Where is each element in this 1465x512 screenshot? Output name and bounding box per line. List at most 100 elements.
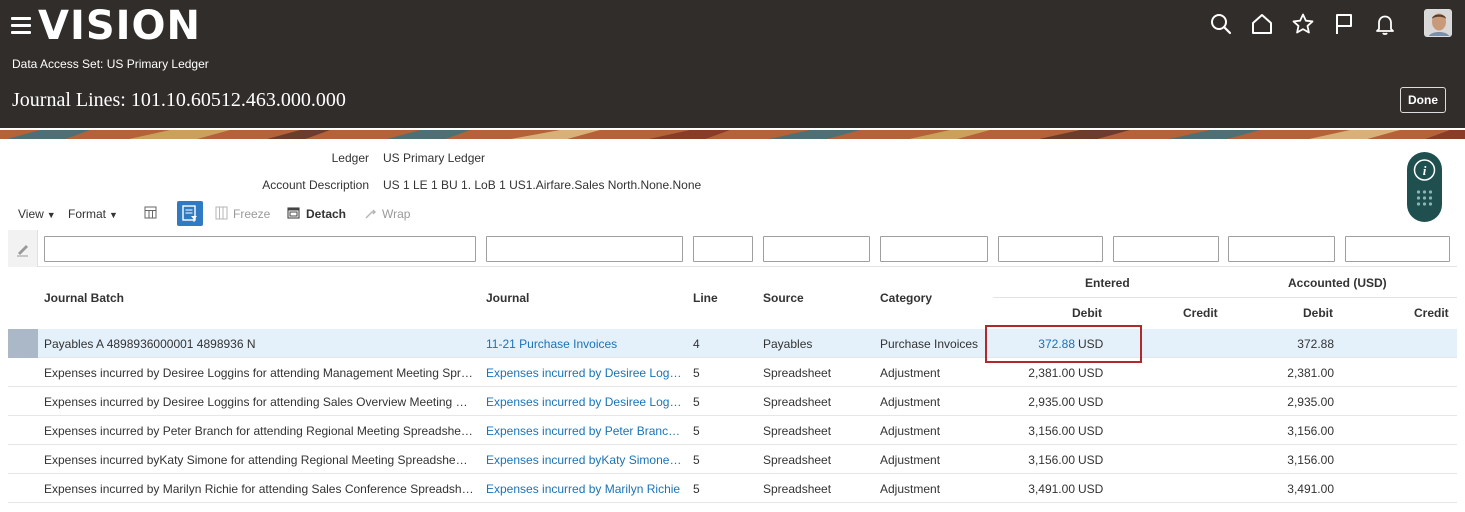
journal-batch-cell: Expenses incurred by Desiree Loggins for… <box>44 366 474 380</box>
column-header-journal[interactable]: Journal <box>486 291 529 305</box>
category-cell: Adjustment <box>880 482 941 496</box>
table-row[interactable]: Payables A 4898936000001 4898936 N 11-21… <box>8 329 1457 358</box>
view-menu-label: View <box>18 207 44 221</box>
column-header-accounted-debit[interactable]: Debit <box>1303 306 1333 320</box>
data-access-set-value: US Primary Ledger <box>106 57 209 71</box>
view-menu[interactable]: View ▼ <box>18 207 56 221</box>
data-access-set: Data Access Set: US Primary Ledger <box>12 57 209 71</box>
currency-cell: USD <box>1078 366 1104 380</box>
user-avatar[interactable] <box>1424 9 1452 37</box>
column-header-journal-batch[interactable]: Journal Batch <box>44 291 124 305</box>
accounted-debit-cell: 2,935.00 <box>1287 395 1334 409</box>
source-cell: Payables <box>763 337 813 351</box>
source-cell: Spreadsheet <box>763 424 832 438</box>
entered-credit-filter[interactable] <box>1113 236 1219 262</box>
category-cell: Adjustment <box>880 366 941 380</box>
column-group-accounted: Accounted (USD) <box>1288 276 1387 290</box>
category-cell: Adjustment <box>880 424 941 438</box>
journal-batch-cell: Payables A 4898936000001 4898936 N <box>44 337 256 351</box>
journal-link[interactable]: Expenses incurred by Desiree Loggins <box>486 395 683 409</box>
header-gutter <box>8 267 38 329</box>
row-selector[interactable] <box>8 445 38 474</box>
journal-link[interactable]: Expenses incurred by Marilyn Richie <box>486 482 683 496</box>
home-icon[interactable] <box>1250 12 1274 36</box>
journal-link[interactable]: Expenses incurred byKaty Simone for <box>486 453 683 467</box>
vision-logo: VISION <box>38 3 202 49</box>
columns-icon[interactable] <box>143 205 159 221</box>
table-row[interactable]: Expenses incurred by Desiree Loggins for… <box>8 358 1457 387</box>
column-header-line[interactable]: Line <box>693 291 718 305</box>
search-icon[interactable] <box>1209 12 1233 36</box>
entered-debit-cell: 3,156.00 <box>1028 424 1075 438</box>
source-cell: Spreadsheet <box>763 482 832 496</box>
line-cell: 5 <box>693 482 700 496</box>
journal-link[interactable]: Expenses incurred by Desiree Loggins <box>486 366 683 380</box>
row-selector[interactable] <box>8 329 38 358</box>
column-header-entered-credit[interactable]: Credit <box>1183 306 1218 320</box>
source-filter[interactable] <box>763 236 870 262</box>
line-cell: 5 <box>693 453 700 467</box>
table-row[interactable]: Expenses incurred by Desiree Loggins for… <box>8 387 1457 416</box>
accounted-credit-filter[interactable] <box>1345 236 1450 262</box>
line-filter[interactable] <box>693 236 753 262</box>
ledger-value: US Primary Ledger <box>383 151 486 165</box>
navigator-menu-icon[interactable] <box>11 16 31 34</box>
freeze-button[interactable]: Freeze <box>233 207 270 221</box>
column-header-entered-debit[interactable]: Debit <box>1072 306 1102 320</box>
accounted-debit-cell: 3,156.00 <box>1287 453 1334 467</box>
table-row[interactable]: Expenses incurred byKaty Simone for atte… <box>8 445 1457 474</box>
column-header-source[interactable]: Source <box>763 291 804 305</box>
column-group-entered: Entered <box>1085 276 1130 290</box>
column-header-category[interactable]: Category <box>880 291 932 305</box>
currency-cell: USD <box>1078 395 1104 409</box>
accounted-debit-cell: 3,491.00 <box>1287 482 1334 496</box>
journal-batch-cell: Expenses incurred byKaty Simone for atte… <box>44 453 474 467</box>
info-tray-widget[interactable]: i <box>1407 152 1442 222</box>
row-selector[interactable] <box>8 416 38 445</box>
wrap-icon <box>363 205 379 221</box>
line-cell: 5 <box>693 366 700 380</box>
wrap-button[interactable]: Wrap <box>382 207 410 221</box>
filter-gutter <box>8 230 38 267</box>
journal-batch-cell: Expenses incurred by Marilyn Richie for … <box>44 482 474 496</box>
query-by-example-button[interactable] <box>177 201 203 226</box>
source-cell: Spreadsheet <box>763 395 832 409</box>
notifications-bell-icon[interactable] <box>1373 12 1397 36</box>
journal-filter[interactable] <box>486 236 683 262</box>
category-cell: Purchase Invoices <box>880 337 979 351</box>
row-selector[interactable] <box>8 387 38 416</box>
column-header-accounted-credit[interactable]: Credit <box>1414 306 1449 320</box>
table-row[interactable]: Expenses incurred by Peter Branch for at… <box>8 416 1457 445</box>
highlight-annotation <box>985 325 1142 363</box>
clear-filter-icon <box>17 245 28 257</box>
detach-icon <box>286 205 302 221</box>
accounted-debit-cell: 372.88 <box>1297 337 1334 351</box>
source-cell: Spreadsheet <box>763 366 832 380</box>
favorites-star-icon[interactable] <box>1291 12 1315 36</box>
row-selector[interactable] <box>8 474 38 503</box>
journal-link[interactable]: Expenses incurred by Peter Branch for <box>486 424 683 438</box>
entered-debit-cell: 2,381.00 <box>1028 366 1075 380</box>
chevron-down-icon: ▼ <box>46 210 56 220</box>
data-access-set-label: Data Access Set: <box>12 57 104 71</box>
entered-debit-cell: 2,935.00 <box>1028 395 1075 409</box>
accounted-debit-filter[interactable] <box>1228 236 1335 262</box>
category-filter[interactable] <box>880 236 988 262</box>
row-selector[interactable] <box>8 358 38 387</box>
table-row[interactable]: Expenses incurred by Marilyn Richie for … <box>8 474 1457 503</box>
global-header: VISION Data Access Set: US Primary Ledge… <box>0 0 1465 128</box>
format-menu[interactable]: Format ▼ <box>68 207 118 221</box>
entered-debit-filter[interactable] <box>998 236 1103 262</box>
line-cell: 5 <box>693 395 700 409</box>
entered-debit-cell: 3,156.00 <box>1028 453 1075 467</box>
journal-link[interactable]: 11-21 Purchase Invoices <box>486 337 683 351</box>
done-button[interactable]: Done <box>1400 87 1446 113</box>
group-divider <box>993 297 1457 298</box>
ledger-label: Ledger <box>331 151 369 165</box>
detach-button[interactable]: Detach <box>306 207 346 221</box>
currency-cell: USD <box>1078 482 1104 496</box>
journal-batch-cell: Expenses incurred by Desiree Loggins for… <box>44 395 474 409</box>
journal-batch-filter[interactable] <box>44 236 476 262</box>
source-cell: Spreadsheet <box>763 453 832 467</box>
watchlist-flag-icon[interactable] <box>1332 12 1356 36</box>
